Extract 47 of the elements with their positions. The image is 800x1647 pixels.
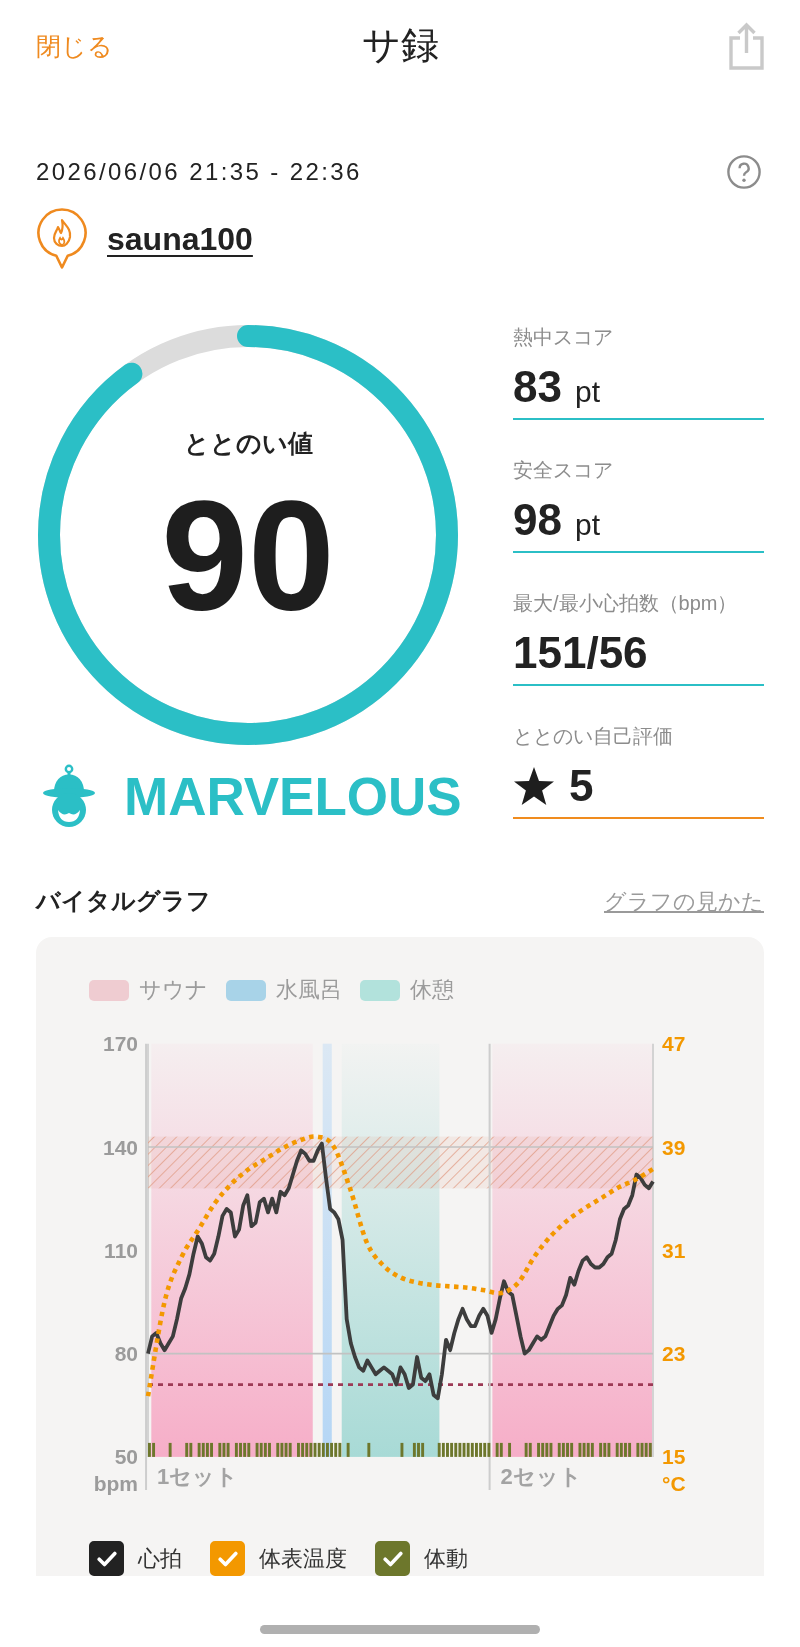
axis-tick-label: 31 <box>662 1238 686 1262</box>
page-title: サ録 <box>361 23 439 69</box>
session-datetime: 2026/06/06 21:35 - 22:36 <box>36 157 362 187</box>
axis-tick-label: 140 <box>102 1135 138 1159</box>
axis-tick-label: 170 <box>102 1032 138 1056</box>
rating-value: 5 <box>569 761 594 811</box>
score-value: 90 <box>161 468 335 642</box>
metric-value: 83 <box>513 362 562 412</box>
set-label: 1セット <box>157 1463 239 1489</box>
score-label: ととのい値 <box>183 429 313 457</box>
legend-label: サウナ <box>139 978 208 1002</box>
metric-label: 熱中スコア <box>513 325 614 349</box>
metric-label: 最大/最小心拍数（bpm） <box>513 591 739 615</box>
flame-pin-icon <box>36 208 88 270</box>
checkbox[interactable] <box>210 1541 245 1576</box>
checkbox-label[interactable]: 体表温度 <box>259 1541 347 1576</box>
set-label: 2セット <box>500 1463 582 1489</box>
axis-tick-label: 50 <box>114 1445 138 1469</box>
grade-label: MARVELOUS <box>124 769 462 823</box>
metric-value: 98 <box>513 495 562 545</box>
metric-unit: pt <box>574 507 600 543</box>
checkbox[interactable] <box>89 1541 124 1576</box>
legend-label: 休憩 <box>410 978 454 1002</box>
axis-tick-label: 47 <box>662 1032 686 1056</box>
checkbox-label[interactable]: 体動 <box>424 1541 468 1576</box>
legend-label: 水風呂 <box>276 978 342 1002</box>
axis-tick-label: 23 <box>662 1342 686 1366</box>
axis-tick-label: 39 <box>662 1135 686 1159</box>
metric-label: ととのい自己評価 <box>513 724 674 748</box>
axis-tick-label: 15 <box>662 1445 686 1469</box>
axis-unit-label: bpm <box>93 1471 138 1495</box>
metric-label: 安全スコア <box>513 458 614 482</box>
metric-unit: pt <box>574 374 600 410</box>
checkmark-icon <box>96 1550 117 1567</box>
metric-value: 151/56 <box>513 628 648 678</box>
facility-link[interactable]: sauna100 <box>107 215 253 263</box>
axis-tick-label: 80 <box>114 1342 138 1366</box>
checkbox-label[interactable]: 心拍 <box>138 1541 182 1576</box>
checkmark-icon <box>382 1550 403 1567</box>
star-icon <box>513 767 555 805</box>
help-icon[interactable] <box>727 155 761 189</box>
axis-tick-label: 110 <box>104 1238 138 1262</box>
mascot-icon <box>41 764 97 828</box>
section-title: バイタルグラフ <box>36 886 211 916</box>
checkmark-icon <box>217 1550 238 1567</box>
checkbox[interactable] <box>375 1541 410 1576</box>
axis-unit-label: °C <box>662 1471 686 1495</box>
